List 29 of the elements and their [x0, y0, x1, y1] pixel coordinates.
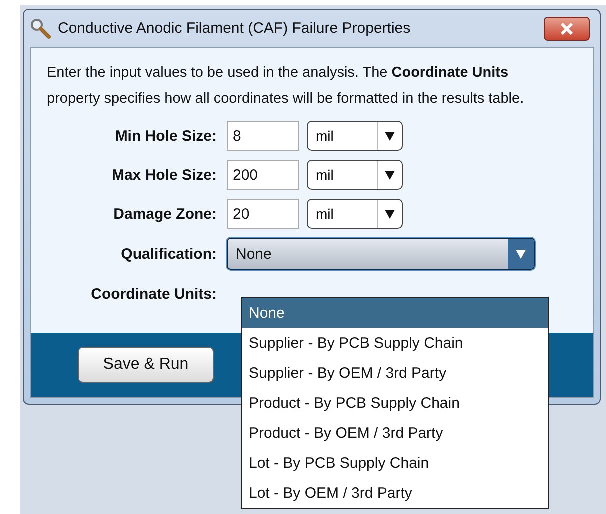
caret-icon — [385, 210, 395, 218]
input-field[interactable]: 20 — [227, 199, 299, 229]
close-button[interactable] — [544, 16, 590, 40]
dropdown-option[interactable]: Product - By PCB Supply Chain — [242, 388, 548, 418]
dropdown-option[interactable]: Lot - By PCB Supply Chain — [242, 448, 548, 478]
magnifier-icon — [30, 18, 52, 40]
caret-icon — [516, 250, 526, 258]
unit-dropdown[interactable]: mil — [307, 199, 403, 229]
unit-dropdown[interactable]: mil — [307, 160, 403, 190]
unit-dropdown[interactable]: mil — [307, 121, 403, 151]
field-label: Max Hole Size: — [112, 166, 217, 184]
dropdown-option[interactable]: Product - By OEM / 3rd Party — [242, 418, 548, 448]
input-field[interactable]: 200 — [227, 160, 299, 190]
dropdown-option[interactable]: None — [242, 298, 548, 328]
close-icon — [560, 22, 574, 34]
field-label: Coordinate Units: — [91, 286, 217, 302]
input-field[interactable]: 8 — [227, 121, 299, 151]
field-label: Qualification: — [121, 246, 217, 262]
dropdown-option[interactable]: Supplier - By PCB Supply Chain — [242, 328, 548, 358]
dropdown-option[interactable]: Lot - By OEM / 3rd Party — [242, 478, 548, 508]
field-label: Min Hole Size: — [115, 128, 217, 144]
caret-icon — [385, 132, 395, 140]
qualification-dropdown[interactable]: None — [227, 238, 535, 270]
caret-icon — [385, 170, 395, 180]
dropdown-option[interactable]: Supplier - By OEM / 3rd Party — [242, 358, 548, 388]
field-label: Damage Zone: — [114, 206, 217, 222]
window-title: Conductive Anodic Filament (CAF) Failure Properties — [58, 20, 412, 37]
description-text: Enter the input values to be used in the analysis. The Coordinate Units property specifies how all coordinates will be formatted in the results table. — [46, 64, 526, 109]
save-run-button[interactable]: Save & Run — [78, 347, 214, 383]
